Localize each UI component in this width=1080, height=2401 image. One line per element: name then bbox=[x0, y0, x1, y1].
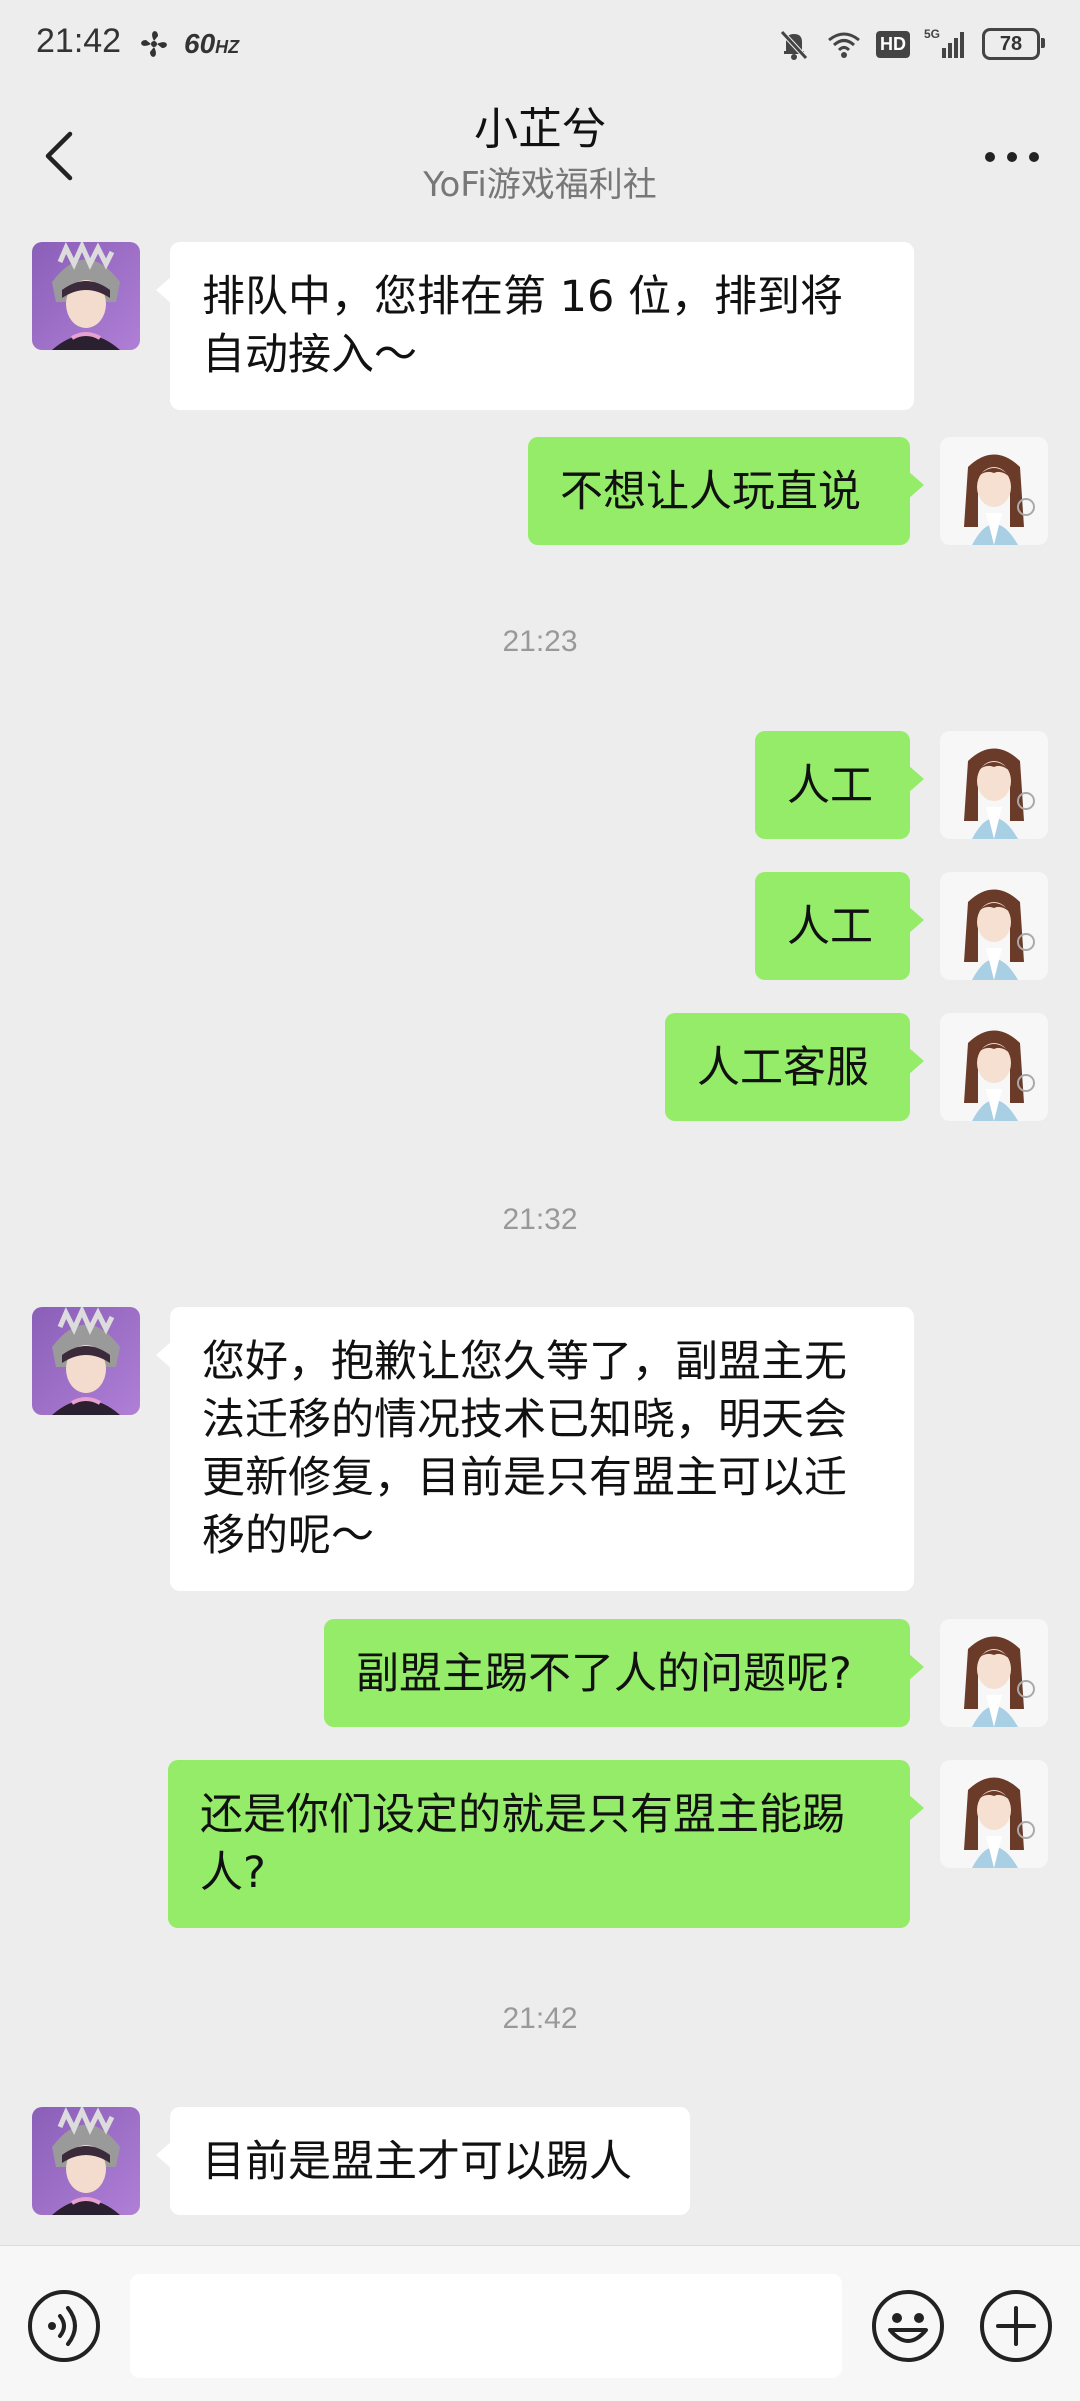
user-avatar-image bbox=[940, 872, 1048, 980]
signal-icon: 5G bbox=[924, 27, 964, 58]
chat-title: 小芷兮 bbox=[474, 104, 606, 155]
fan-icon bbox=[141, 31, 167, 57]
user-avatar[interactable] bbox=[940, 1760, 1048, 1868]
message-text: 人工 bbox=[787, 902, 873, 952]
refresh-rate-value: 60 bbox=[184, 28, 216, 59]
plus-icon[interactable] bbox=[978, 2288, 1054, 2364]
message-list[interactable]: 排队中，您排在第 16 位，排到将自动接入～ 不想让人玩直说 21:23 人工 bbox=[0, 225, 1080, 2245]
battery-icon: 78 bbox=[982, 28, 1045, 60]
message-bubble-incoming[interactable]: 排队中，您排在第 16 位，排到将自动接入～ bbox=[156, 242, 914, 410]
message-bubble-outgoing[interactable]: 不想让人玩直说 bbox=[528, 437, 924, 545]
user-avatar[interactable] bbox=[940, 731, 1048, 839]
timestamp: 21:23 bbox=[502, 625, 578, 658]
input-bar bbox=[0, 2245, 1080, 2401]
timestamp: 21:32 bbox=[502, 1203, 578, 1236]
user-avatar[interactable] bbox=[940, 437, 1048, 545]
status-time: 21:42 bbox=[36, 22, 122, 60]
message-bubble-outgoing[interactable]: 人工客服 bbox=[665, 1013, 924, 1121]
user-avatar-image bbox=[940, 1619, 1048, 1727]
chat-header: 小芷兮 YoFi游戏福利社 bbox=[0, 90, 1080, 225]
refresh-rate-unit: HZ bbox=[215, 37, 240, 57]
timestamp: 21:42 bbox=[502, 2002, 578, 2035]
agent-avatar[interactable] bbox=[32, 1307, 140, 1415]
hd-badge: HD bbox=[876, 30, 910, 58]
message-text: 人工 bbox=[787, 761, 873, 811]
message-bubble-incoming[interactable]: 您好，抱歉让您久等了，副盟主无法迁移的情况技术已知晓，明天会更新修复，目前是只有… bbox=[156, 1307, 914, 1591]
refresh-rate: 60HZ bbox=[184, 28, 239, 60]
message-text: 排队中，您排在第 16 位，排到将自动接入～ bbox=[202, 272, 844, 380]
agent-avatar-image bbox=[32, 2107, 140, 2215]
message-bubble-outgoing[interactable]: 副盟主踢不了人的问题呢? bbox=[324, 1619, 924, 1727]
agent-avatar-image bbox=[32, 1307, 140, 1415]
message-input[interactable] bbox=[130, 2274, 842, 2378]
message-bubble-outgoing[interactable]: 还是你们设定的就是只有盟主能踢人? bbox=[168, 1760, 924, 1928]
user-avatar-image bbox=[940, 1760, 1048, 1868]
agent-avatar[interactable] bbox=[32, 2107, 140, 2215]
network-label: 5G bbox=[924, 27, 940, 41]
user-avatar-image bbox=[940, 731, 1048, 839]
message-text: 副盟主踢不了人的问题呢? bbox=[356, 1649, 852, 1699]
user-avatar[interactable] bbox=[940, 1013, 1048, 1121]
wifi-icon bbox=[828, 32, 860, 58]
message-text: 不想让人玩直说 bbox=[560, 467, 861, 517]
agent-avatar-image bbox=[32, 242, 140, 350]
message-text: 您好，抱歉让您久等了，副盟主无法迁移的情况技术已知晓，明天会更新修复，目前是只有… bbox=[202, 1337, 847, 1561]
chat-subtitle: YoFi游戏福利社 bbox=[423, 165, 657, 205]
message-bubble-outgoing[interactable]: 人工 bbox=[755, 872, 924, 980]
user-avatar[interactable] bbox=[940, 872, 1048, 980]
user-avatar-image bbox=[940, 437, 1048, 545]
message-text: 人工客服 bbox=[697, 1043, 869, 1093]
mute-bell-icon bbox=[780, 30, 808, 60]
message-text: 还是你们设定的就是只有盟主能踢人? bbox=[200, 1790, 845, 1898]
message-bubble-incoming[interactable]: 目前是盟主才可以踢人 bbox=[156, 2107, 690, 2215]
message-bubble-outgoing[interactable]: 人工 bbox=[755, 731, 924, 839]
voice-icon[interactable] bbox=[26, 2288, 102, 2364]
user-avatar[interactable] bbox=[940, 1619, 1048, 1727]
user-avatar-image bbox=[940, 1013, 1048, 1121]
agent-avatar[interactable] bbox=[32, 242, 140, 350]
emoji-icon[interactable] bbox=[870, 2288, 946, 2364]
message-text: 目前是盟主才可以踢人 bbox=[202, 2137, 632, 2187]
more-dots-icon[interactable] bbox=[982, 150, 1042, 164]
status-bar: 21:42 60HZ HD 5G 78 bbox=[0, 0, 1080, 90]
